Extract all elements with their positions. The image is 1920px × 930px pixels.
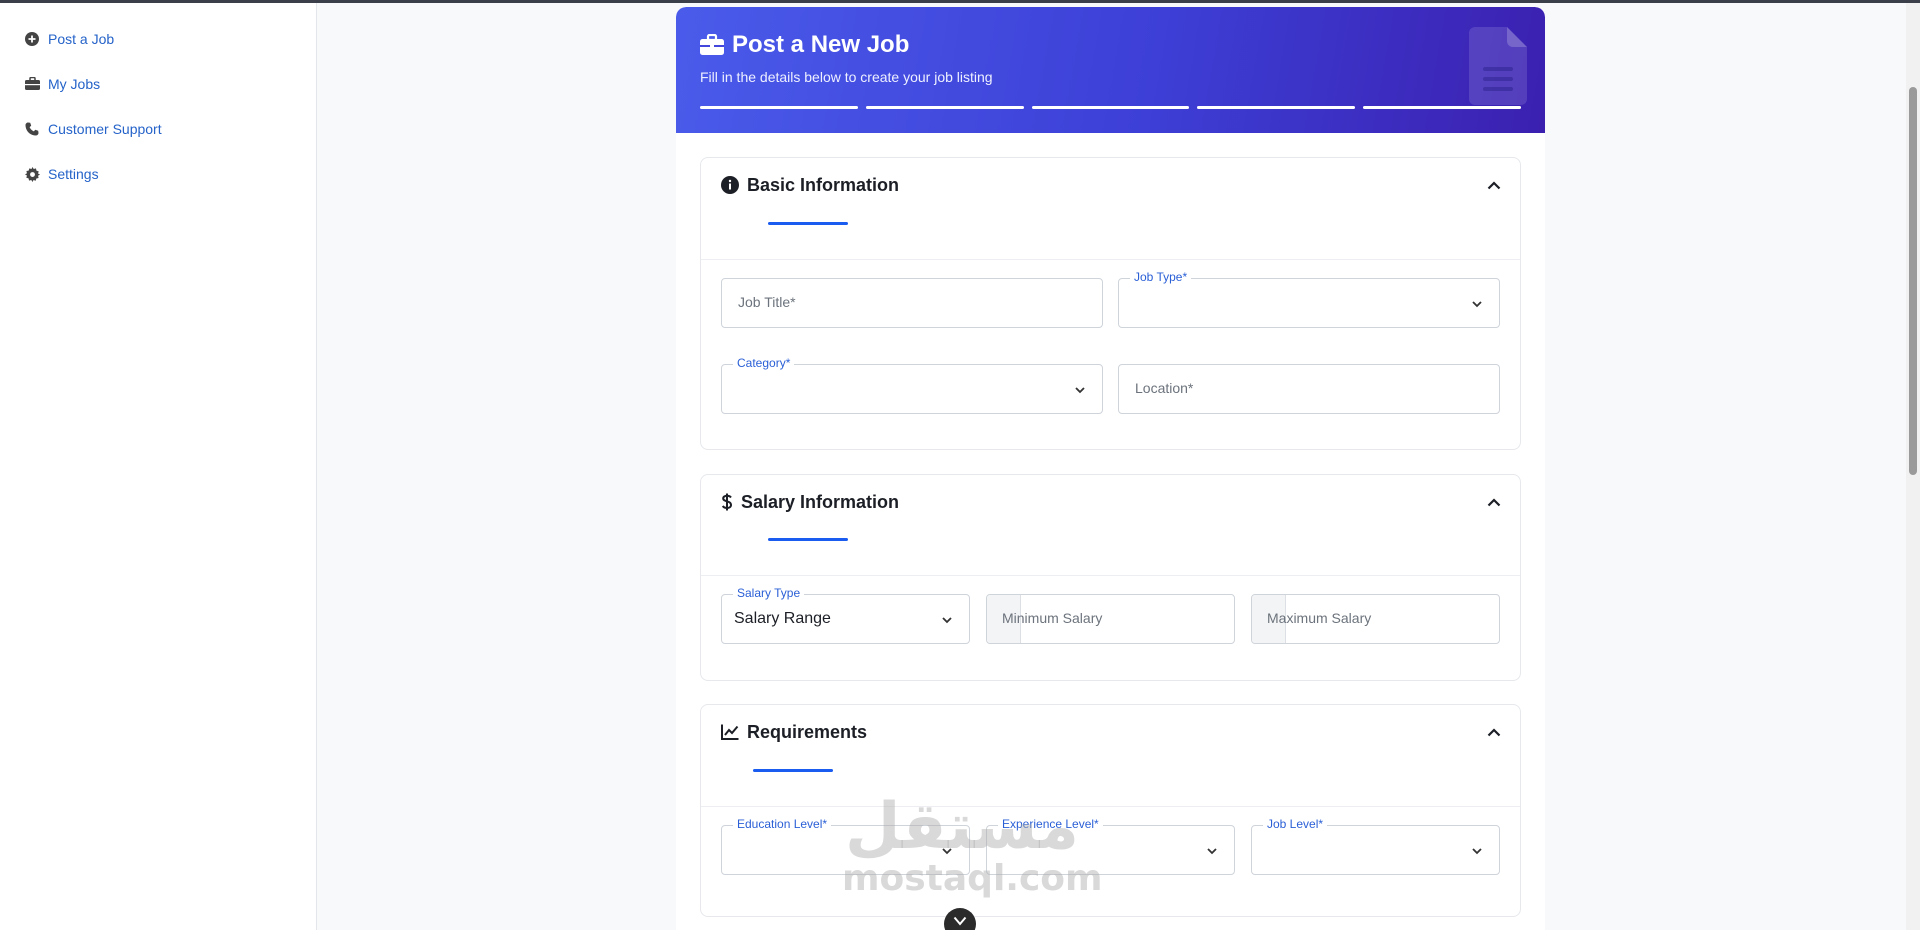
page-subtitle: Fill in the details below to create your…	[700, 69, 993, 85]
chevron-down-icon	[942, 617, 952, 624]
progress-step	[1031, 106, 1190, 109]
sidebar-item-post-job[interactable]: Post a Job	[24, 27, 114, 51]
basic-information-section: Basic Information Job Title* Job Type* C…	[700, 157, 1521, 450]
maximum-salary-field[interactable]: Maximum Salary	[1251, 594, 1500, 644]
sidebar-item-label: Post a Job	[48, 31, 115, 47]
sidebar-item-settings[interactable]: Settings	[24, 162, 99, 186]
sidebar-item-my-jobs[interactable]: My Jobs	[24, 72, 100, 96]
sidebar: Post a Job My Jobs Customer Support Sett…	[0, 3, 317, 930]
section-header: Salary Information	[701, 475, 1520, 576]
page-title: Post a New Job	[700, 29, 1521, 61]
collapse-toggle[interactable]	[1484, 175, 1504, 195]
salary-type-select[interactable]: Salary Type Salary Range	[721, 586, 970, 644]
section-header: Basic Information	[701, 158, 1520, 260]
document-icon	[1469, 27, 1527, 105]
page-scrollbar[interactable]	[1906, 3, 1920, 930]
section-underline	[768, 538, 848, 541]
briefcase-icon	[700, 34, 724, 56]
chart-line-icon	[721, 723, 739, 741]
salary-information-section: Salary Information Salary Type Salary Ra…	[700, 474, 1521, 681]
section-title: Basic Information	[721, 173, 899, 197]
chevron-up-icon	[1487, 497, 1501, 506]
watermark-logo: مستقل mostaql.com	[842, 790, 1103, 899]
job-level-select[interactable]: Job Level*	[1251, 817, 1500, 875]
chevron-down-icon	[1472, 301, 1482, 308]
progress-step	[865, 106, 1024, 109]
sidebar-item-label: My Jobs	[48, 76, 101, 92]
job-type-select[interactable]: Job Type*	[1118, 270, 1500, 328]
form-header: Post a New Job Fill in the details below…	[676, 7, 1545, 133]
progress-steps	[700, 106, 1521, 110]
phone-icon	[24, 121, 40, 137]
briefcase-icon	[24, 76, 40, 92]
chevron-down-icon	[1207, 848, 1217, 855]
sidebar-item-customer-support[interactable]: Customer Support	[24, 117, 162, 141]
collapse-toggle[interactable]	[1484, 492, 1504, 512]
chevron-up-icon	[1487, 727, 1501, 736]
job-title-field[interactable]: Job Title*	[721, 278, 1103, 328]
section-title: Requirements	[721, 720, 867, 744]
chevron-down-icon	[953, 916, 967, 926]
section-underline	[753, 769, 833, 772]
section-header: Requirements	[701, 705, 1520, 807]
dollar-icon	[721, 493, 733, 511]
chevron-down-icon	[1472, 848, 1482, 855]
scrollbar-thumb[interactable]	[1909, 87, 1917, 475]
plus-circle-icon	[24, 31, 40, 47]
minimum-salary-field[interactable]: Minimum Salary	[986, 594, 1235, 644]
section-underline	[768, 222, 848, 225]
collapse-toggle[interactable]	[1484, 722, 1504, 742]
requirements-section: Requirements Education Level* Experience…	[700, 704, 1521, 917]
gear-icon	[24, 166, 40, 182]
progress-step	[700, 106, 858, 109]
progress-step	[1197, 106, 1356, 109]
section-title: Salary Information	[721, 490, 899, 514]
sidebar-item-label: Settings	[48, 166, 99, 182]
sidebar-item-label: Customer Support	[48, 121, 162, 137]
chevron-down-icon	[1075, 387, 1085, 394]
post-job-form: Post a New Job Fill in the details below…	[676, 7, 1545, 930]
category-select[interactable]: Category*	[721, 356, 1103, 414]
location-field[interactable]: Location*	[1118, 364, 1500, 414]
info-circle-icon	[721, 176, 739, 194]
progress-step	[1363, 106, 1521, 109]
chevron-up-icon	[1487, 180, 1501, 189]
